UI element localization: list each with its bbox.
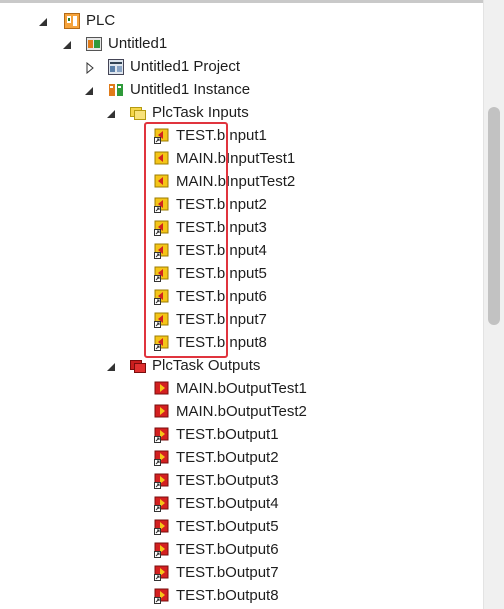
output-var-icon	[154, 404, 170, 420]
tree-label: TEST.bInput4	[176, 242, 267, 259]
tree-node-untitled1-project[interactable]: Untitled1 Project	[84, 55, 240, 78]
tree-item-input[interactable]: TEST.bInput5	[154, 262, 267, 285]
tree-item-output[interactable]: TEST.bOutput6	[154, 538, 279, 561]
tree-item-input[interactable]: TEST.bInput3	[154, 216, 267, 239]
tree-label: TEST.bOutput3	[176, 472, 279, 489]
tree-item-output[interactable]: MAIN.bOutputTest1	[154, 377, 307, 400]
collapsed-arrow-icon[interactable]	[84, 61, 96, 74]
tree-item-output[interactable]: TEST.bOutput1	[154, 423, 279, 446]
solution-tree: PLC Untitled1 Untitled1 Project Untitled…	[0, 0, 484, 609]
tree-item-input[interactable]: TEST.bInput7	[154, 308, 267, 331]
tree-label: MAIN.bOutputTest2	[176, 403, 307, 420]
tree-label: PLC	[86, 12, 116, 29]
tree-label: PlcTask Outputs	[152, 357, 261, 374]
tree-item-input[interactable]: MAIN.bInputTest2	[154, 170, 295, 193]
tree-item-input[interactable]: TEST.bInput8	[154, 331, 267, 354]
input-var-linked-icon	[154, 266, 170, 282]
input-var-linked-icon	[154, 128, 170, 144]
output-var-icon	[154, 381, 170, 397]
tree-label: TEST.bInput3	[176, 219, 267, 236]
tree-item-output[interactable]: TEST.bOutput2	[154, 446, 279, 469]
output-var-linked-icon	[154, 450, 170, 466]
input-var-linked-icon	[154, 335, 170, 351]
tree-item-output[interactable]: TEST.bOutput4	[154, 492, 279, 515]
output-var-linked-icon	[154, 473, 170, 489]
tree-item-output[interactable]: TEST.bOutput8	[154, 584, 279, 607]
tree-item-input[interactable]: TEST.bInput1	[154, 124, 267, 147]
outputs-folder-icon	[130, 358, 146, 374]
tree-label: TEST.bOutput6	[176, 541, 279, 558]
tree-item-input[interactable]: TEST.bInput4	[154, 239, 267, 262]
expanded-arrow-icon[interactable]	[106, 107, 118, 119]
tree-item-input[interactable]: TEST.bInput6	[154, 285, 267, 308]
tree-node-plctask-inputs[interactable]: PlcTask Inputs	[106, 101, 249, 124]
tree-label: Untitled1 Instance	[130, 81, 251, 98]
inputs-folder-icon	[130, 105, 146, 121]
input-var-icon	[154, 174, 170, 190]
tree-label: TEST.bInput6	[176, 288, 267, 305]
tree-label: TEST.bOutput7	[176, 564, 279, 581]
tree-label: TEST.bInput1	[176, 127, 267, 144]
tree-label: TEST.bOutput2	[176, 449, 279, 466]
output-var-linked-icon	[154, 565, 170, 581]
input-var-icon	[154, 151, 170, 167]
output-var-linked-icon	[154, 427, 170, 443]
tree-label: MAIN.bInputTest2	[176, 173, 296, 190]
tree-label: MAIN.bInputTest1	[176, 150, 296, 167]
plc-module-icon	[86, 36, 102, 52]
tree-label: Untitled1 Project	[130, 58, 241, 75]
tree-label: TEST.bInput8	[176, 334, 267, 351]
tree-label: TEST.bOutput4	[176, 495, 279, 512]
scrollbar-thumb[interactable]	[488, 107, 500, 325]
plc-project-file-icon	[108, 58, 124, 75]
tree-item-output[interactable]: TEST.bOutput5	[154, 515, 279, 538]
tree-node-untitled1[interactable]: Untitled1	[62, 32, 167, 55]
tree-item-input[interactable]: MAIN.bInputTest1	[154, 147, 295, 170]
tree-label: MAIN.bOutputTest1	[176, 380, 307, 397]
output-var-linked-icon	[154, 542, 170, 558]
tree-node-plc[interactable]: PLC	[39, 9, 116, 32]
input-var-linked-icon	[154, 197, 170, 213]
input-var-linked-icon	[154, 289, 170, 305]
tree-item-input[interactable]: TEST.bInput2	[154, 193, 267, 216]
input-var-linked-icon	[154, 220, 170, 236]
tree-node-plctask-outputs[interactable]: PlcTask Outputs	[106, 354, 260, 377]
input-var-linked-icon	[154, 243, 170, 259]
plc-instance-icon	[108, 82, 124, 98]
output-var-linked-icon	[154, 496, 170, 512]
tree-item-output[interactable]: TEST.bOutput3	[154, 469, 279, 492]
vertical-scrollbar[interactable]	[483, 0, 504, 609]
tree-label: PlcTask Inputs	[152, 104, 249, 121]
expanded-arrow-icon[interactable]	[38, 15, 50, 27]
plc-project-icon	[64, 12, 80, 29]
tree-label: TEST.bInput2	[176, 196, 267, 213]
tree-item-output[interactable]: MAIN.bOutputTest2	[154, 400, 307, 423]
expanded-arrow-icon[interactable]	[106, 360, 118, 372]
expanded-arrow-icon[interactable]	[84, 84, 96, 96]
tree-label: TEST.bOutput5	[176, 518, 279, 535]
output-var-linked-icon	[154, 588, 170, 604]
tree-item-output[interactable]: TEST.bOutput7	[154, 561, 279, 584]
input-var-linked-icon	[154, 312, 170, 328]
tree-label: TEST.bInput5	[176, 265, 267, 282]
tree-label: TEST.bInput7	[176, 311, 267, 328]
output-var-linked-icon	[154, 519, 170, 535]
tree-label: TEST.bOutput8	[176, 587, 279, 604]
tree-label: Untitled1	[108, 35, 168, 52]
expanded-arrow-icon[interactable]	[62, 38, 74, 50]
tree-node-untitled1-instance[interactable]: Untitled1 Instance	[84, 78, 250, 101]
tree-label: TEST.bOutput1	[176, 426, 279, 443]
